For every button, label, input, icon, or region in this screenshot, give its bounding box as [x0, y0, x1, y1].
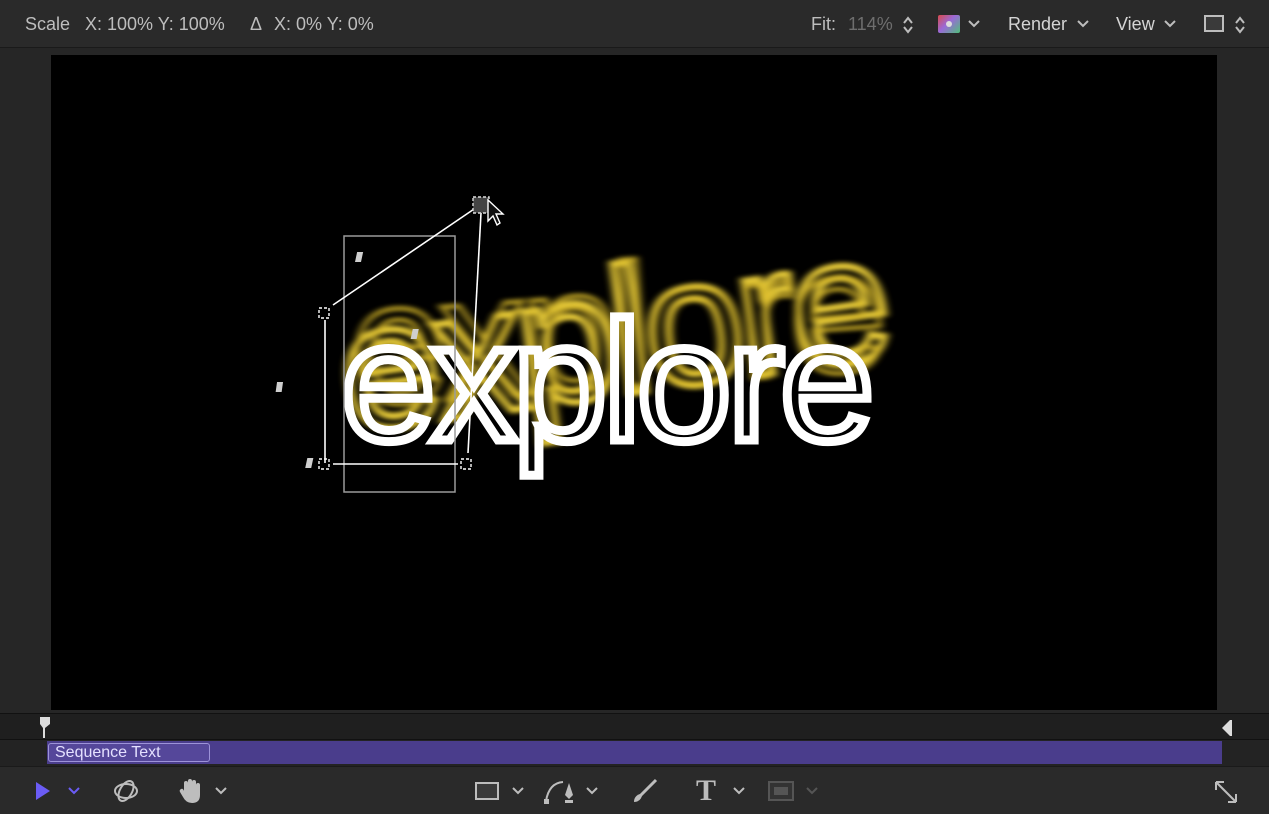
window-layout-icon[interactable] — [1204, 15, 1224, 32]
chevron-down-icon[interactable] — [968, 19, 980, 29]
viewer-toolbar: Scale X: 100% Y: 100% Δ X: 0% Y: 0% Fit:… — [0, 0, 1269, 48]
chevron-down-icon[interactable] — [586, 786, 598, 796]
chevron-down-icon[interactable] — [733, 786, 745, 796]
corner-handle[interactable] — [318, 307, 330, 319]
stepper-icon[interactable] — [1234, 15, 1246, 35]
paint-stroke-icon[interactable] — [632, 778, 658, 804]
corner-handle[interactable] — [318, 458, 330, 470]
mouse-cursor-icon — [487, 198, 505, 227]
chevron-down-icon[interactable] — [215, 786, 227, 796]
fit-value[interactable]: 114% — [848, 14, 893, 35]
scale-values: X: 100% Y: 100% — [85, 14, 225, 34]
chevron-down-icon — [806, 787, 818, 795]
chevron-down-icon[interactable] — [1077, 19, 1089, 29]
edge-handle[interactable] — [305, 458, 314, 468]
edge-handle[interactable] — [275, 382, 284, 392]
delta-values: X: 0% Y: 0% — [274, 14, 374, 34]
hand-icon[interactable] — [178, 777, 204, 805]
chevron-down-icon[interactable] — [512, 786, 524, 796]
scale-label: Scale — [25, 14, 71, 34]
mini-timeline-ruler[interactable] — [0, 713, 1269, 740]
canvas[interactable]: explore explore explore — [51, 55, 1217, 710]
rectangle-icon[interactable] — [475, 782, 499, 800]
chevron-down-icon[interactable] — [68, 786, 80, 796]
layer-track-bar[interactable] — [47, 741, 1222, 764]
fit-label: Fit: — [811, 14, 836, 34]
stepper-icon[interactable] — [902, 15, 914, 35]
delta-symbol: Δ — [250, 14, 263, 34]
mask-icon — [768, 781, 794, 801]
view-menu[interactable]: View — [1116, 14, 1155, 35]
out-point-icon[interactable] — [1220, 718, 1232, 738]
chevron-down-icon[interactable] — [1164, 19, 1176, 29]
layer-track-label[interactable]: Sequence Text — [48, 743, 210, 762]
render-menu[interactable]: Render — [1008, 14, 1067, 35]
select-arrow-icon[interactable] — [34, 780, 52, 802]
3d-orbit-icon[interactable] — [112, 777, 140, 805]
playhead-icon[interactable] — [38, 716, 52, 738]
channels-color-icon[interactable] — [938, 15, 960, 33]
tools-toolbar: T — [0, 766, 1269, 814]
canvas-artwork: explore explore explore — [275, 193, 901, 493]
expand-icon[interactable] — [1213, 779, 1239, 805]
bezier-pen-icon[interactable] — [543, 777, 579, 805]
viewer-area: explore explore explore — [0, 48, 1269, 713]
main-text: explore — [341, 287, 871, 477]
corner-handle-active[interactable] — [472, 196, 490, 214]
text-tool-icon[interactable]: T — [696, 774, 716, 808]
